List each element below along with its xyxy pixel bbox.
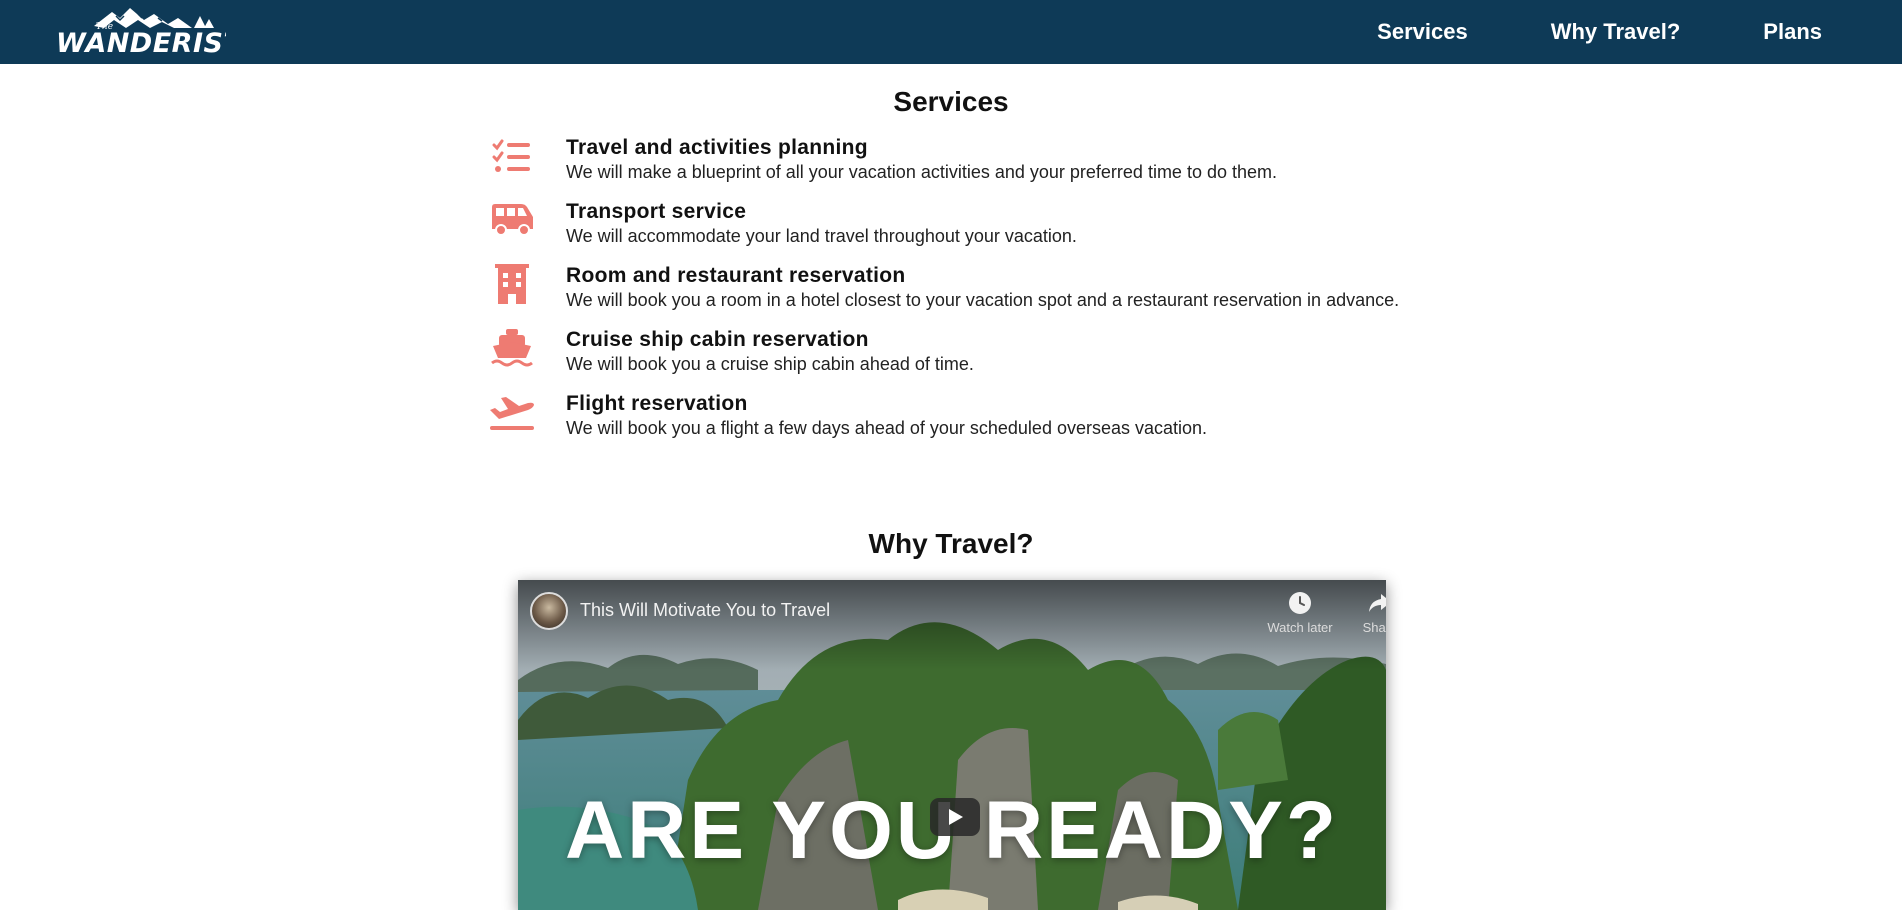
service-description: We will accommodate your land travel thr… xyxy=(566,226,1077,246)
wanderist-logo[interactable]: The WANDERIST xyxy=(54,6,226,58)
watch-later-label: Watch later xyxy=(1267,620,1333,635)
services-heading: Services xyxy=(893,86,1009,117)
video-title[interactable]: This Will Motivate You to Travel xyxy=(580,600,830,621)
share-label: Share xyxy=(1362,620,1386,635)
service-description: We will book you a room in a hotel close… xyxy=(566,290,1400,310)
service-item-flight: Flight reservation We will book you a fl… xyxy=(488,392,1428,456)
svg-text:WANDERIST: WANDERIST xyxy=(56,28,226,58)
watch-later-button[interactable]: Watch later xyxy=(1260,590,1340,635)
play-button[interactable] xyxy=(930,798,980,836)
service-description: We will book you a cruise ship cabin ahe… xyxy=(566,354,974,374)
service-item-room: Room and restaurant reservation We will … xyxy=(488,264,1428,328)
channel-avatar[interactable] xyxy=(530,592,568,630)
logo-mountains-icon: The WANDERIST xyxy=(56,8,226,58)
play-icon xyxy=(949,809,963,825)
services-list: Travel and activities planning We will m… xyxy=(488,136,1428,456)
video-player[interactable]: This Will Motivate You to Travel Watch l… xyxy=(518,580,1386,910)
nav-link-plans[interactable]: Plans xyxy=(1763,19,1822,45)
service-item-transport: Transport service We will accommodate yo… xyxy=(488,200,1428,264)
clock-icon xyxy=(1289,592,1311,614)
service-item-planning: Travel and activities planning We will m… xyxy=(488,136,1428,200)
service-title: Cruise ship cabin reservation xyxy=(566,328,869,351)
nav-link-why-travel[interactable]: Why Travel? xyxy=(1551,19,1681,45)
service-item-cruise: Cruise ship cabin reservation We will bo… xyxy=(488,328,1428,392)
service-title: Flight reservation xyxy=(566,392,748,415)
why-travel-heading: Why Travel? xyxy=(868,528,1034,559)
share-button[interactable]: Share xyxy=(1340,590,1386,635)
plane-departure-icon xyxy=(488,392,536,432)
main-nav: Services Why Travel? Plans xyxy=(1377,0,1822,64)
checklist-icon xyxy=(488,136,536,176)
nav-link-services[interactable]: Services xyxy=(1377,19,1468,45)
ship-icon xyxy=(488,328,536,368)
bus-icon xyxy=(488,200,536,240)
service-description: We will book you a flight a few days ahe… xyxy=(566,418,1208,438)
service-description: We will make a blueprint of all your vac… xyxy=(566,162,1277,182)
hotel-building-icon xyxy=(488,264,536,304)
service-title: Room and restaurant reservation xyxy=(566,264,906,287)
service-title: Transport service xyxy=(566,200,747,223)
top-navbar: The WANDERIST Services Why Travel? Plans xyxy=(0,0,1902,64)
service-title: Travel and activities planning xyxy=(566,136,868,159)
share-arrow-icon xyxy=(1369,594,1386,612)
